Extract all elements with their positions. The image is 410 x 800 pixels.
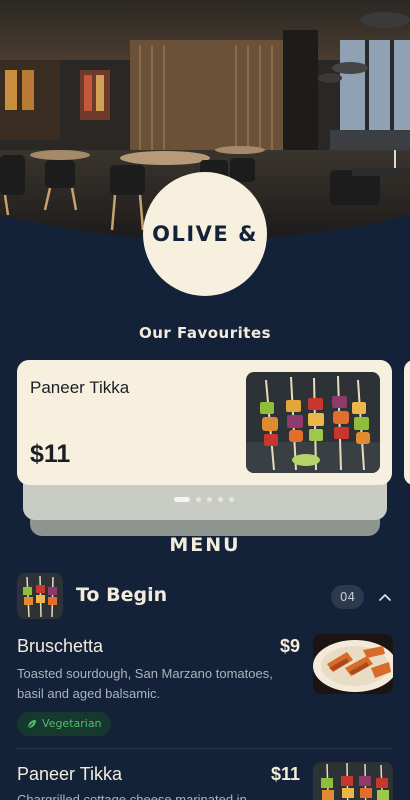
- pagination-dot[interactable]: [218, 497, 223, 502]
- menu-item-divider: [17, 748, 393, 749]
- pagination-dot-active[interactable]: [174, 497, 190, 502]
- menu-item-description: Chargrilled cottage cheese marinated in: [17, 792, 247, 800]
- menu-item-description-line: basil and aged balsamic.: [17, 686, 161, 701]
- menu-item-name[interactable]: Bruschetta: [17, 636, 103, 657]
- category-item-count: 04: [331, 585, 364, 609]
- menu-item-description: Toasted sourdough, San Marzano tomatoes,…: [17, 664, 302, 704]
- brand-name: OLIVE &: [152, 222, 258, 246]
- favourite-card-image: [246, 372, 380, 473]
- menu-item-image: [313, 762, 393, 800]
- vegetarian-badge: Vegetarian: [17, 712, 111, 736]
- menu-item-name[interactable]: Paneer Tikka: [17, 764, 122, 785]
- menu-item-description-line: Toasted sourdough, San Marzano tomatoes,: [17, 666, 273, 681]
- pagination-dot[interactable]: [229, 497, 234, 502]
- chevron-up-icon[interactable]: [376, 589, 394, 607]
- menu-title: MENU: [169, 534, 241, 556]
- menu-item-price: $11: [270, 764, 300, 784]
- vegetarian-badge-label: Vegetarian: [42, 717, 102, 730]
- menu-item-image: [313, 634, 393, 694]
- leaf-icon: [27, 720, 36, 729]
- brand-logo: OLIVE &: [143, 172, 267, 296]
- category-thumbnail: [17, 573, 63, 619]
- category-name[interactable]: To Begin: [76, 584, 167, 606]
- pagination-dot[interactable]: [207, 497, 212, 502]
- favourite-card[interactable]: Paneer Tikka $11: [17, 360, 392, 485]
- favourite-card-name: Paneer Tikka: [30, 378, 130, 397]
- favourite-card-price: $11: [30, 440, 71, 468]
- carousel-pagination: [174, 497, 234, 502]
- favourites-title: Our Favourites: [138, 324, 272, 342]
- next-favourite-card[interactable]: [404, 360, 410, 485]
- menu-item-price: $9: [279, 636, 300, 656]
- pagination-dot[interactable]: [196, 497, 201, 502]
